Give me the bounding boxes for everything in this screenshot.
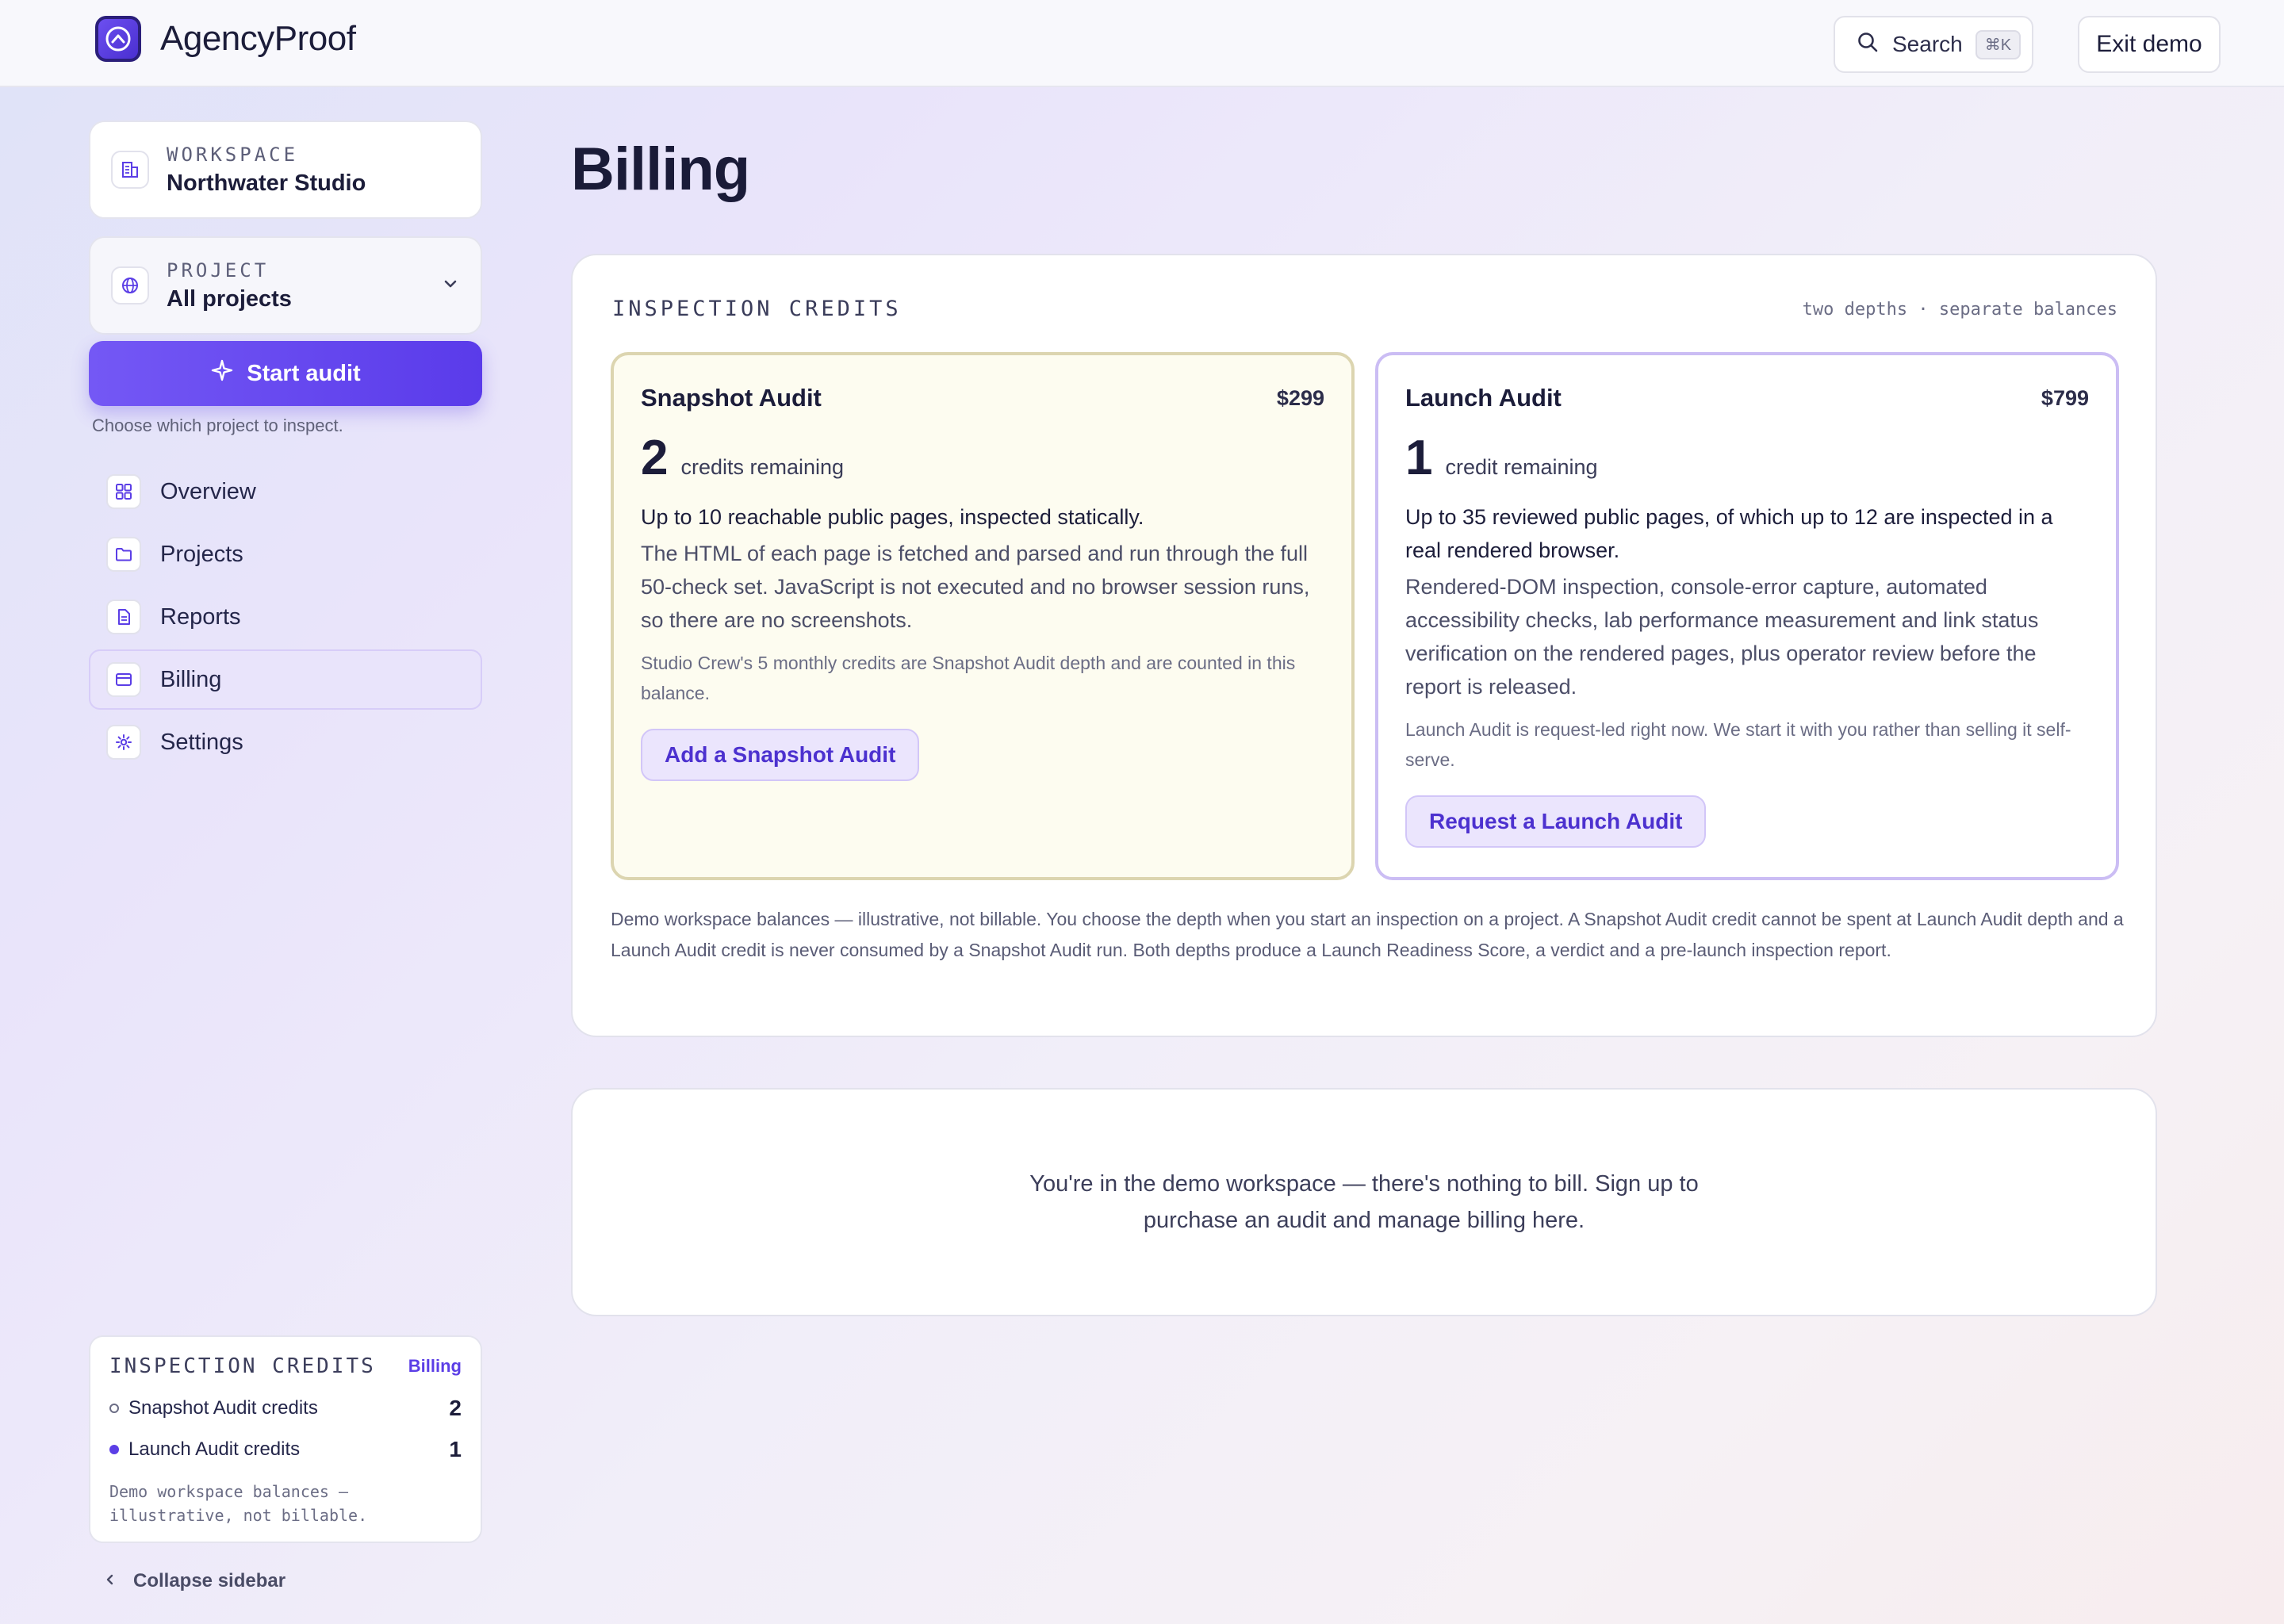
- grid-icon: [106, 474, 141, 509]
- start-audit-hint: Choose which project to inspect.: [92, 416, 343, 435]
- workspace-card[interactable]: WORKSPACE Northwater Studio: [89, 121, 482, 219]
- sidebar-item-label: Billing: [160, 666, 222, 692]
- snapshot-audit-card: Snapshot Audit $299 2 credits remaining …: [611, 352, 1355, 880]
- snapshot-credits-row: Snapshot Audit credits 2: [109, 1396, 462, 1421]
- credits-panel-title: INSPECTION CREDITS: [612, 297, 902, 321]
- plan-price: $799: [2041, 385, 2089, 410]
- launch-credits-label: Launch Audit credits: [128, 1438, 301, 1460]
- snapshot-credits-value: 2: [449, 1396, 462, 1420]
- plan-lead: Up to 10 reachable public pages, inspect…: [641, 505, 1144, 529]
- sidebar-item-label: Reports: [160, 603, 241, 630]
- building-icon: [111, 151, 149, 189]
- workspace-label: WORKSPACE: [167, 143, 299, 166]
- project-label: PROJECT: [167, 259, 270, 282]
- plan-description: The HTML of each page is fetched and par…: [641, 542, 1310, 632]
- sidebar-item-reports[interactable]: Reports: [89, 587, 482, 647]
- demo-notice-text: You're in the demo workspace — there's n…: [1029, 1171, 1699, 1233]
- project-selector[interactable]: PROJECT All projects: [89, 236, 482, 335]
- plan-note: Studio Crew's 5 monthly credits are Snap…: [641, 653, 1296, 703]
- credits-count-label: credit remaining: [1445, 455, 1598, 479]
- launch-dot-icon: [109, 1445, 119, 1454]
- search-shortcut: ⌘K: [1975, 29, 2021, 59]
- start-audit-label: Start audit: [247, 360, 361, 386]
- sidebar-credits-card: INSPECTION CREDITS Billing Snapshot Audi…: [89, 1335, 482, 1543]
- brand-name: AgencyProof: [160, 19, 356, 58]
- launch-credits-row: Launch Audit credits 1: [109, 1437, 462, 1462]
- inspection-credits-panel: INSPECTION CREDITS two depths · separate…: [571, 254, 2157, 1037]
- plan-price: $299: [1276, 385, 1324, 410]
- search-icon: [1856, 30, 1880, 59]
- start-audit-button[interactable]: Start audit: [89, 341, 482, 406]
- sidebar-credits-billing-link[interactable]: Billing: [408, 1356, 462, 1377]
- sidebar-item-billing[interactable]: Billing: [89, 649, 482, 710]
- workspace-name: Northwater Studio: [167, 170, 366, 196]
- document-icon: [106, 599, 141, 634]
- page-title: Billing: [571, 136, 750, 203]
- demo-notice-panel: You're in the demo workspace — there's n…: [571, 1088, 2157, 1316]
- plan-name: Launch Audit: [1405, 384, 1562, 412]
- logo-icon: [95, 16, 141, 62]
- folder-icon: [106, 537, 141, 572]
- credit-card-icon: [106, 662, 141, 697]
- credits-panel-footnote: Demo workspace balances — illustrative, …: [611, 909, 2124, 960]
- request-launch-audit-button[interactable]: Request a Launch Audit: [1405, 795, 1707, 848]
- gear-icon: [106, 725, 141, 760]
- plan-note: Launch Audit is request-led right now. W…: [1405, 719, 2071, 770]
- top-bar: AgencyProof Search ⌘K Exit demo: [0, 0, 2284, 87]
- chevron-left-icon: [103, 1570, 117, 1592]
- exit-demo-button[interactable]: Exit demo: [2078, 16, 2221, 73]
- project-value: All projects: [167, 285, 292, 312]
- sidebar-item-label: Projects: [160, 541, 243, 567]
- brand[interactable]: AgencyProof: [95, 16, 356, 62]
- chevron-down-icon: [441, 274, 460, 297]
- credits-count-label: credits remaining: [680, 455, 845, 479]
- launch-credits-value: 1: [449, 1437, 462, 1461]
- credits-panel-subtitle: two depths · separate balances: [1802, 300, 2117, 320]
- sidebar-nav: Overview Projects Reports Billing Settin…: [89, 462, 482, 775]
- plan-name: Snapshot Audit: [641, 384, 822, 412]
- sidebar-item-label: Overview: [160, 478, 256, 504]
- plan-lead: Up to 35 reviewed public pages, of which…: [1405, 505, 2053, 562]
- search-button[interactable]: Search ⌘K: [1834, 16, 2033, 73]
- sparkle-icon: [210, 358, 234, 389]
- sidebar-item-settings[interactable]: Settings: [89, 712, 482, 772]
- sidebar-credits-note: Demo workspace balances — illustrative, …: [109, 1482, 368, 1525]
- sidebar-item-projects[interactable]: Projects: [89, 524, 482, 584]
- sidebar-credits-title: INSPECTION CREDITS: [109, 1354, 376, 1378]
- snapshot-dot-icon: [109, 1404, 119, 1413]
- globe-icon: [111, 266, 149, 304]
- collapse-sidebar-label: Collapse sidebar: [133, 1570, 286, 1591]
- launch-audit-card: Launch Audit $799 1 credit remaining Up …: [1375, 352, 2119, 880]
- search-label: Search: [1892, 32, 1963, 56]
- credits-count: 2: [641, 431, 669, 485]
- snapshot-credits-label: Snapshot Audit credits: [128, 1397, 318, 1419]
- sidebar-item-label: Settings: [160, 729, 243, 755]
- add-snapshot-audit-button[interactable]: Add a Snapshot Audit: [641, 729, 920, 781]
- plan-description: Rendered-DOM inspection, console-error c…: [1405, 575, 2039, 699]
- collapse-sidebar-button[interactable]: Collapse sidebar: [103, 1570, 286, 1592]
- sidebar-item-overview[interactable]: Overview: [89, 462, 482, 522]
- credits-count: 1: [1405, 431, 1433, 485]
